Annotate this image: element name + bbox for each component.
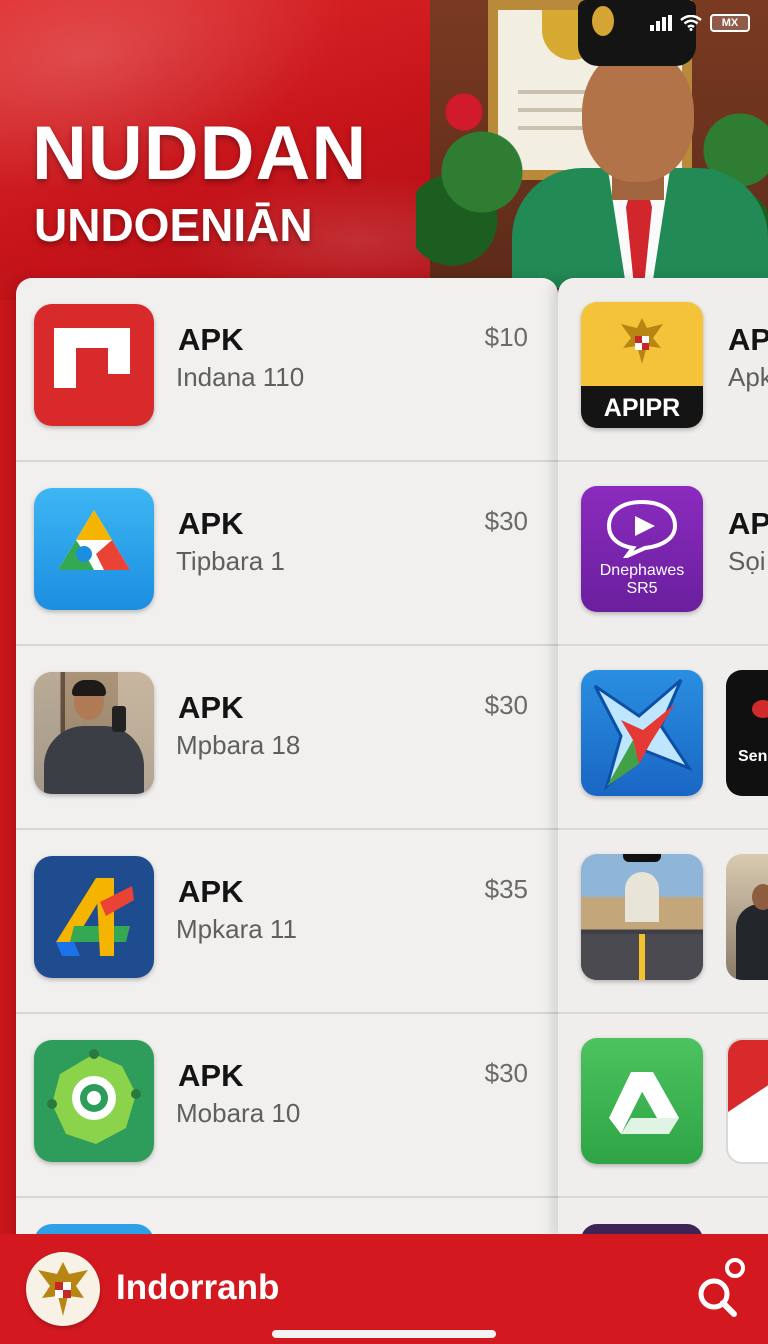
app-subtitle: Indana 110: [176, 362, 305, 392]
app-price: $30: [484, 506, 528, 536]
banner-title: NUDDAN: [32, 111, 368, 196]
signal-icon: [650, 15, 672, 31]
list-item[interactable]: APK Tipbara 1 $30: [16, 462, 558, 646]
list-item[interactable]: APK Indana 110 $10: [16, 278, 558, 462]
status-bar: MX: [650, 14, 750, 32]
city-game-icon: [581, 854, 703, 980]
icon-label: Sen: [738, 748, 768, 765]
red-app-icon[interactable]: [726, 1038, 768, 1164]
drive-icon: [581, 1038, 703, 1164]
garuda-emblem-icon[interactable]: [26, 1252, 100, 1326]
app-title: AP: [728, 322, 768, 357]
bottom-bar: Indorranb: [0, 1234, 768, 1344]
list-item[interactable]: [558, 1014, 768, 1198]
list-item[interactable]: APK Mobara 10 $30: [16, 1014, 558, 1198]
search-icon[interactable]: [690, 1256, 754, 1320]
purple-chat-icon: Dnephawes SR5: [581, 486, 703, 612]
app-subtitle: Mpkara 11: [176, 914, 297, 944]
app-title: APK: [178, 506, 244, 541]
app-title: AP: [728, 506, 768, 541]
black-app-icon[interactable]: Sen: [726, 670, 768, 796]
list-item[interactable]: APK Mpbara 18 $30: [16, 646, 558, 830]
photo-app-icon[interactable]: [726, 854, 768, 980]
garuda-icon: APIPR: [581, 302, 703, 428]
wifi-icon: [680, 15, 702, 31]
p-letter-icon: [34, 304, 154, 426]
app-grid-panel: APIPR AP Apk Dnephawes SR5 AP Sọi Sen: [558, 278, 768, 1238]
app-subtitle: Sọi: [728, 546, 766, 576]
app-list-panel: APK Indana 110 $10 APK Tipbara 1 $30 APK…: [16, 278, 558, 1238]
battery-icon: MX: [710, 14, 750, 32]
app-price: $30: [484, 1058, 528, 1088]
header-banner: NUDDAN UNDOENIĀN MX: [0, 0, 768, 300]
app-price: $10: [484, 322, 528, 352]
app-price: $30: [484, 690, 528, 720]
home-indicator[interactable]: [272, 1330, 496, 1338]
list-item[interactable]: Dnephawes SR5 AP Sọi: [558, 462, 768, 646]
list-item[interactable]: APK Mpkara 11 $35: [16, 830, 558, 1014]
app-subtitle: Mpbara 18: [176, 730, 301, 760]
green-target-icon: [34, 1040, 154, 1162]
icon-label: Dnephawes: [599, 562, 685, 579]
icon-label: APIPR: [581, 386, 703, 428]
app-subtitle: Apk: [728, 362, 768, 392]
app-title: APK: [178, 874, 244, 909]
app-price: $35: [484, 874, 528, 904]
app-subtitle: Tipbara 1: [176, 546, 285, 576]
star-icon: [581, 670, 703, 796]
person-photo-icon: [34, 672, 154, 794]
list-item[interactable]: APIPR AP Apk: [558, 278, 768, 462]
app-subtitle: Mobara 10: [176, 1098, 301, 1128]
list-item[interactable]: Sen: [558, 646, 768, 830]
banner-subtitle: UNDOENIĀN: [34, 199, 313, 251]
icon-label: SR5: [626, 580, 658, 597]
app-title: APK: [178, 1058, 244, 1093]
list-item[interactable]: [558, 830, 768, 1014]
app-title: APK: [178, 690, 244, 725]
triangle-drive-icon: [34, 488, 154, 610]
official-portrait: [512, 0, 768, 290]
app-title: APK: [178, 322, 244, 357]
colorful-four-icon: [34, 856, 154, 978]
brand-label: Indorranb: [116, 1268, 280, 1307]
